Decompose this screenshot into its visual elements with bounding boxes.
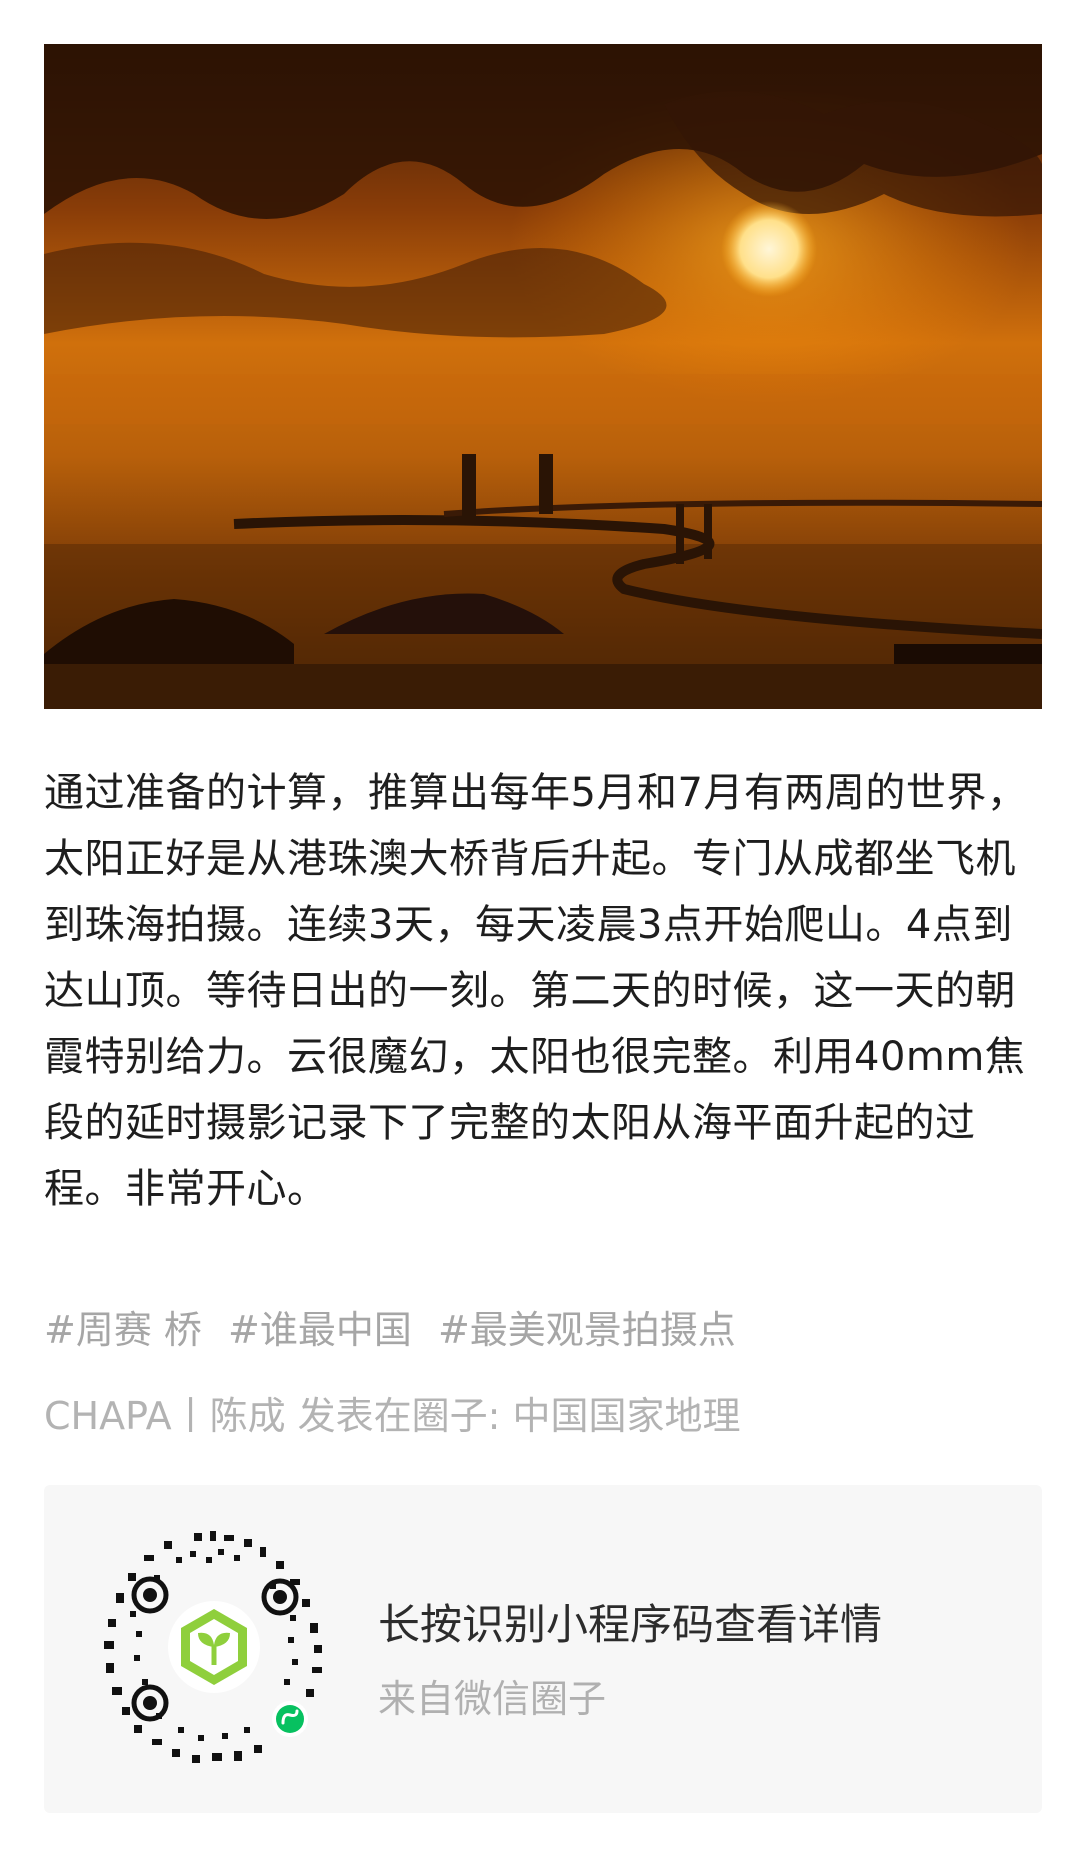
hashtag-link[interactable]: #谁最中国 — [228, 1308, 412, 1352]
card-subtitle: 来自微信圈子 — [378, 1677, 607, 1721]
circle-logo-icon — [168, 1601, 260, 1693]
hashtag-link[interactable]: #最美观景拍摄点 — [438, 1308, 736, 1352]
sunset-bridge-photo[interactable] — [44, 44, 1042, 709]
mini-program-qr-code[interactable] — [94, 1527, 334, 1767]
hashtag-list: #周赛 桥 #谁最中国 #最美观景拍摄点 — [44, 1300, 750, 1360]
mini-program-icon — [272, 1701, 308, 1737]
mini-program-card[interactable]: 长按识别小程序码查看详情 来自微信圈子 — [44, 1485, 1042, 1813]
post-body-text: 通过准备的计算，推算出每年5月和7月有两周的世界，太阳正好是从港珠澳大桥背后升起… — [44, 770, 1028, 1212]
post-source-line: CHAPA丨陈成 发表在圈子: 中国国家地理 — [44, 1394, 741, 1438]
hashtag-link[interactable]: #周赛 桥 — [44, 1308, 202, 1352]
card-title: 长按识别小程序码查看详情 — [378, 1600, 883, 1649]
